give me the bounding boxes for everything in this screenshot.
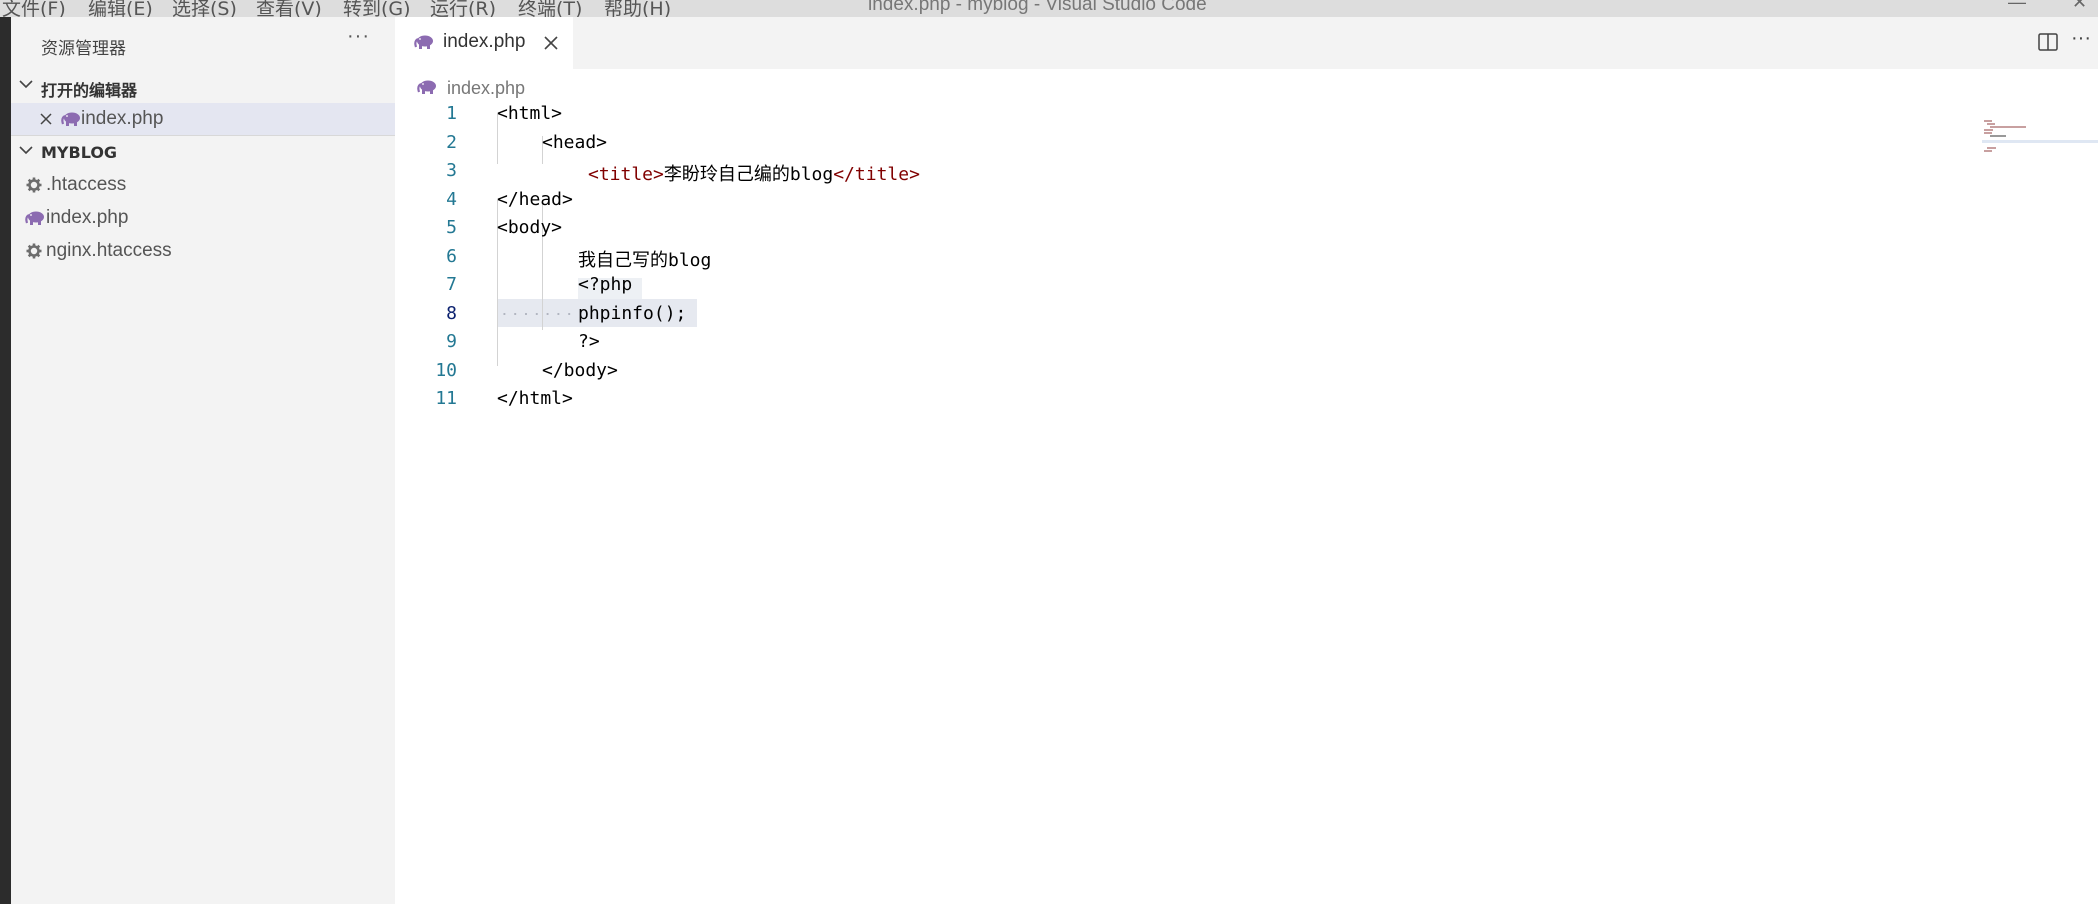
explorer-title: 资源管理器 [41, 39, 126, 59]
code-text: phpinfo(); [578, 302, 687, 324]
code-editor[interactable]: 1 <html> 2 <head> 3 <title>李盼玲自己编的blog</… [395, 100, 1995, 430]
code-text: ?> [578, 331, 600, 352]
line-number: 3 [446, 160, 457, 181]
line-number: 7 [446, 274, 457, 295]
code-line: 4 </head> [395, 186, 1995, 215]
code-text: </head> [497, 188, 573, 210]
line-number: 4 [446, 188, 457, 210]
minimap[interactable] [1982, 100, 2098, 160]
minimap-line [1990, 126, 2026, 128]
more-actions-icon[interactable]: ··· [347, 25, 370, 48]
minimap-line [1987, 123, 1995, 125]
open-editors-label: 打开的编辑器 [41, 81, 138, 100]
close-icon[interactable] [39, 112, 53, 126]
line-number: 1 [446, 103, 457, 124]
gear-icon [26, 177, 42, 193]
minimap-line [1984, 129, 1993, 131]
close-icon[interactable] [541, 33, 561, 53]
code-text: <html> [497, 103, 563, 124]
code-tag: <title> [588, 164, 664, 185]
section-divider [11, 135, 395, 136]
tab-index-php[interactable]: index.php [395, 17, 573, 69]
minimap-current-line [1982, 140, 2098, 143]
open-editor-item[interactable]: index.php [11, 103, 395, 135]
code-line-current: 8 phpinfo(); [395, 300, 1995, 329]
window-title: index.php - myblog - Visual Studio Code [868, 0, 1207, 15]
chevron-down-icon [19, 146, 33, 155]
file-item-nginx-htaccess[interactable]: nginx.htaccess [11, 235, 395, 267]
chevron-down-icon [19, 80, 33, 89]
code-line: 11 </html> [395, 385, 1995, 414]
menu-file[interactable]: 文件(F) [2, 0, 66, 17]
title-bar: 文件(F) 编辑(E) 选择(S) 查看(V) 转到(G) 运行(R) 终端(T… [0, 0, 2098, 17]
code-line: 1 <html> [395, 100, 1995, 129]
code-line: 9 ?> [395, 328, 1995, 357]
code-line: 6 我自己写的blog [395, 243, 1995, 272]
php-elephant-icon [417, 80, 436, 94]
minimap-line [1987, 147, 1996, 149]
code-text: <title>李盼玲自己编的blog</title> [588, 160, 920, 186]
open-editor-label: index.php [81, 108, 164, 129]
minimap-line [1990, 135, 2006, 137]
code-text: <head> [542, 131, 608, 153]
line-number: 9 [446, 331, 457, 352]
code-line: 5 <body> [395, 214, 1995, 243]
minimap-line [1984, 132, 1992, 134]
explorer-sidebar: 资源管理器 ··· 打开的编辑器 index.php MYBLOG .htacc… [11, 17, 395, 904]
minimize-icon[interactable]: — [2008, 0, 2026, 13]
file-item-htaccess[interactable]: .htaccess [11, 169, 395, 201]
activity-bar [0, 17, 11, 904]
menu-help[interactable]: 帮助(H) [604, 0, 671, 17]
code-text: <body> [497, 217, 563, 238]
code-text: <?php [578, 274, 633, 295]
file-item-index-php[interactable]: index.php [11, 202, 395, 234]
menu-run[interactable]: 运行(R) [430, 0, 496, 17]
breadcrumb-file: index.php [447, 78, 526, 98]
code-line: 2 <head> [395, 129, 1995, 158]
file-label: nginx.htaccess [46, 240, 172, 261]
code-line: 10 </body> [395, 357, 1995, 386]
editor-tab-bar: index.php ··· [395, 17, 2098, 69]
split-editor-icon[interactable] [2037, 31, 2059, 53]
file-label: index.php [46, 207, 129, 228]
menu-terminal[interactable]: 终端(T) [518, 0, 582, 17]
code-line: 7 <?php [395, 271, 1995, 300]
line-number: 10 [435, 359, 457, 381]
line-number: 6 [446, 245, 457, 267]
minimap-line [1984, 120, 1992, 122]
php-elephant-icon [414, 35, 433, 49]
menu-view[interactable]: 查看(V) [256, 0, 322, 17]
gear-icon [26, 243, 42, 259]
line-number: 5 [446, 217, 457, 238]
code-text: 我自己写的blog [578, 249, 712, 271]
line-number: 2 [446, 131, 457, 153]
file-label: .htaccess [46, 174, 127, 195]
menu-selection[interactable]: 选择(S) [172, 0, 237, 17]
project-section-header[interactable]: MYBLOG [11, 138, 395, 168]
menu-edit[interactable]: 编辑(E) [88, 0, 153, 17]
minimap-line [1984, 150, 1992, 152]
project-label: MYBLOG [41, 143, 118, 162]
open-editors-section-header[interactable]: 打开的编辑器 [11, 72, 395, 102]
line-number: 11 [435, 388, 457, 409]
code-text: </body> [542, 359, 618, 381]
code-content: 李盼玲自己编的blog [663, 164, 834, 185]
code-text: </html> [497, 388, 573, 409]
editor-area: index.php ··· index.php 1 <html> 2 <head… [395, 17, 2098, 904]
code-tag: </title> [833, 164, 920, 185]
line-number: 8 [446, 302, 457, 324]
php-elephant-icon [61, 112, 80, 126]
more-actions-icon[interactable]: ··· [2071, 27, 2091, 50]
code-line: 3 <title>李盼玲自己编的blog</title> [395, 157, 1995, 186]
tab-label: index.php [443, 31, 526, 52]
close-window-icon[interactable]: ✕ [2072, 0, 2087, 13]
php-elephant-icon [25, 211, 44, 225]
menu-go[interactable]: 转到(G) [343, 0, 411, 17]
